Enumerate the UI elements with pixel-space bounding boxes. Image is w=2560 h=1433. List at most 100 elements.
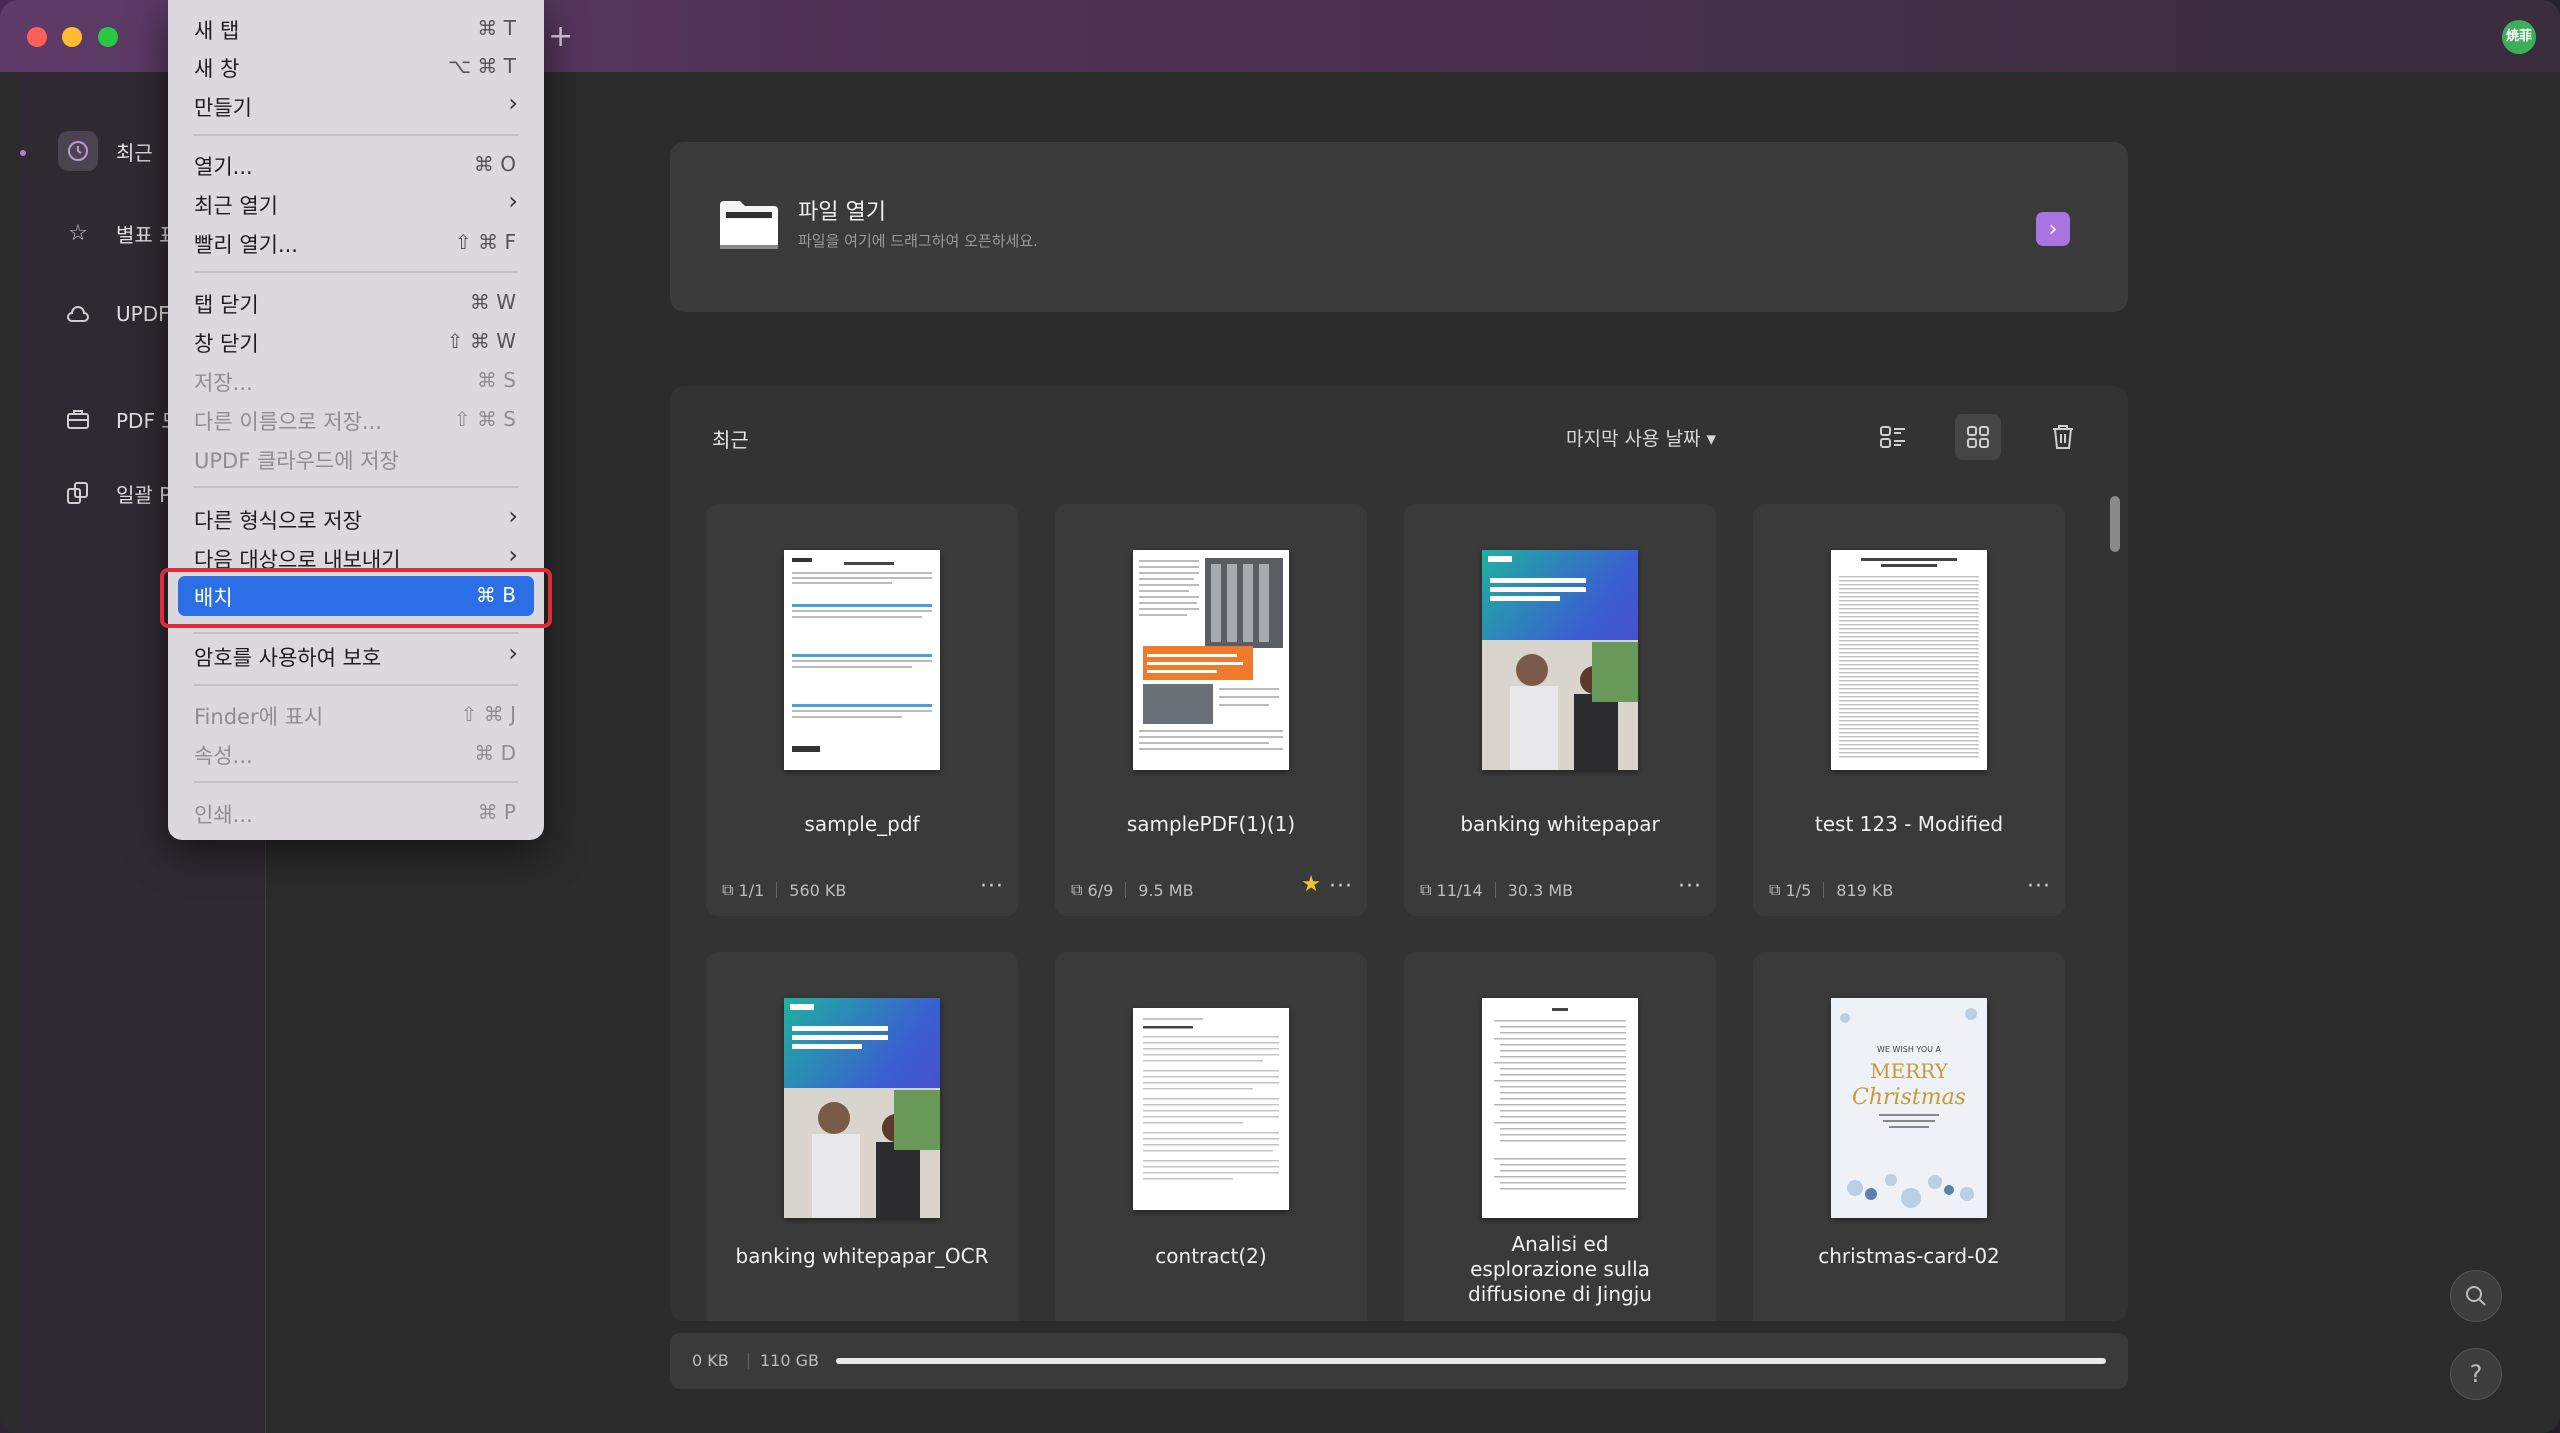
more-options-icon[interactable]: ···	[980, 874, 1004, 899]
list-view-icon[interactable]	[1870, 414, 1916, 460]
menu-item-label: 열기...	[194, 155, 253, 179]
file-card[interactable]: WE WISH YOU A MERRY Christmas christmas-ca…	[1753, 952, 2065, 1321]
menu-item-shortcut: ⇧ ⌘ F	[455, 230, 516, 254]
menu-item-create[interactable]: 만들기 ›	[168, 87, 544, 123]
file-name: christmas-card-02	[1818, 1244, 2000, 1268]
file-pages: 6/9	[1087, 880, 1114, 900]
menu-item-protect-password[interactable]: 암호를 사용하여 보호 ›	[168, 637, 544, 673]
file-card[interactable]: banking whitepapar_OCR	[706, 952, 1018, 1321]
pages-icon: ⧉	[1769, 880, 1786, 899]
search-icon[interactable]	[2450, 1270, 2502, 1322]
sidebar-item-batch[interactable]: 일괄 P	[58, 468, 171, 518]
sidebar-item-starred[interactable]: ☆ 별표 표	[58, 208, 177, 258]
pages-icon: ⧉	[1071, 880, 1088, 899]
menu-item-shortcut: ⌘ W	[469, 290, 516, 314]
menu-item-label: 새 창	[194, 57, 240, 81]
open-file-dropzone[interactable]: 파일 열기 파일을 여기에 드래그하여 오픈하세요. ›	[670, 142, 2128, 312]
file-meta: ⧉ 1/1 560 KB	[722, 880, 846, 900]
menu-divider	[194, 134, 518, 136]
vertical-scrollbar[interactable]	[2110, 496, 2120, 552]
open-file-arrow-button[interactable]: ›	[2036, 212, 2070, 246]
file-thumbnail: WE WISH YOU A MERRY Christmas	[1831, 998, 1987, 1218]
file-card[interactable]: banking whitepapar ⧉ 11/14 30.3 MB ···	[1404, 504, 1716, 916]
new-tab-plus-icon[interactable]: +	[548, 22, 573, 52]
menu-item-label: 속성...	[194, 744, 253, 768]
file-thumbnail	[1482, 998, 1638, 1218]
menu-item-shortcut: ⌘ O	[473, 152, 516, 176]
zoom-window-button[interactable]	[98, 27, 118, 47]
minimize-window-button[interactable]	[62, 27, 82, 47]
more-options-icon[interactable]: ···	[2027, 874, 2051, 899]
sidebar-item-pdf-tools[interactable]: PDF 도	[58, 394, 180, 444]
chevron-right-icon: ›	[508, 89, 518, 117]
file-card[interactable]: Analisi ed esplorazione sulla diffusione…	[1404, 952, 1716, 1321]
open-file-title: 파일 열기	[798, 200, 886, 225]
more-options-icon[interactable]: ···	[1678, 874, 1702, 899]
menu-item-open[interactable]: 열기... ⌘ O	[168, 146, 544, 182]
file-meta: ⧉ 6/9 9.5 MB	[1071, 880, 1194, 900]
file-name: sample_pdf	[804, 812, 920, 836]
file-meta: ⧉ 1/5 819 KB	[1769, 880, 1893, 900]
meta-divider	[1494, 882, 1496, 898]
menu-item-shortcut: ⌘ S	[476, 368, 516, 392]
file-name: banking whitepapar_OCR	[735, 1244, 989, 1268]
file-card[interactable]: sample_pdf ⧉ 1/1 560 KB ···	[706, 504, 1018, 916]
file-thumbnail	[784, 998, 940, 1218]
storage-progress	[836, 1358, 2106, 1364]
file-thumbnail	[1831, 550, 1987, 770]
clock-icon	[58, 131, 98, 171]
menu-item-close-tab[interactable]: 탭 닫기 ⌘ W	[168, 284, 544, 320]
active-indicator-dot	[20, 150, 26, 156]
more-options-icon[interactable]: ···	[1329, 874, 1353, 899]
menu-item-new-tab[interactable]: 새 탭 ⌘ T	[168, 10, 544, 46]
storage-used: 0 KB	[692, 1351, 729, 1370]
sidebar-item-label: 최근	[116, 140, 153, 165]
file-name: banking whitepapar	[1460, 812, 1660, 836]
menu-divider	[194, 684, 518, 686]
user-avatar[interactable]: 焼菲	[2502, 20, 2536, 54]
menu-item-shortcut: ⌘ T	[477, 16, 516, 40]
recent-heading: 최근	[712, 428, 749, 452]
close-window-button[interactable]	[27, 27, 47, 47]
pages-icon: ⧉	[722, 880, 739, 899]
menu-divider	[194, 781, 518, 783]
menu-item-save: 저장... ⌘ S	[168, 362, 544, 398]
file-card[interactable]: test 123 - Modified ⧉ 1/5 819 KB ···	[1753, 504, 2065, 916]
menu-divider	[194, 632, 518, 634]
menu-item-shortcut: ⇧ ⌘ W	[446, 329, 516, 353]
menu-item-label: 탭 닫기	[194, 293, 259, 317]
folder-icon	[720, 201, 778, 249]
menu-item-label: 다른 형식으로 저장	[194, 509, 362, 533]
storage-bar: 0 KB 110 GB	[670, 1333, 2128, 1389]
file-name: contract(2)	[1155, 1244, 1267, 1268]
menu-item-close-window[interactable]: 창 닫기 ⇧ ⌘ W	[168, 323, 544, 359]
sidebar-item-updf-cloud[interactable]: UPDF	[58, 289, 170, 339]
menu-item-save-as-other[interactable]: 다른 형식으로 저장 ›	[168, 500, 544, 536]
menu-item-quick-open[interactable]: 빨리 열기... ⇧ ⌘ F	[168, 224, 544, 260]
file-size: 819 KB	[1836, 880, 1894, 900]
help-icon[interactable]: ?	[2450, 1348, 2502, 1400]
menu-item-shortcut: ⇧ ⌘ J	[460, 702, 516, 726]
file-thumbnail	[1133, 550, 1289, 770]
menu-item-shortcut: ⌘ P	[477, 800, 516, 824]
menu-item-new-window[interactable]: 새 창 ⌥ ⌘ T	[168, 48, 544, 84]
trash-icon[interactable]	[2040, 414, 2086, 460]
menu-item-open-recent[interactable]: 최근 열기 ›	[168, 185, 544, 221]
star-filled-icon[interactable]: ★	[1301, 872, 1321, 897]
menu-divider	[194, 486, 518, 488]
open-file-subtitle: 파일을 여기에 드래그하여 오픈하세요.	[798, 232, 1038, 250]
sidebar-item-recent[interactable]: 최근	[58, 126, 153, 176]
grid-view-icon[interactable]	[1955, 414, 2001, 460]
sort-dropdown[interactable]: 마지막 사용 날짜 ▾	[1566, 424, 1716, 451]
file-thumbnail	[1133, 1008, 1289, 1210]
file-thumbnail	[1482, 550, 1638, 770]
menu-item-save-to-cloud: UPDF 클라우드에 저장	[168, 440, 544, 476]
file-card[interactable]: contract(2)	[1055, 952, 1367, 1321]
file-card[interactable]: samplePDF(1)(1) ⧉ 6/9 9.5 MB ★ ···	[1055, 504, 1367, 916]
chevron-right-icon: ›	[508, 502, 518, 530]
file-name: samplePDF(1)(1)	[1126, 812, 1296, 836]
menu-item-print: 인쇄... ⌘ P	[168, 794, 544, 830]
menu-item-label: 최근 열기	[194, 194, 278, 218]
file-name: test 123 - Modified	[1814, 812, 2004, 836]
storage-divider	[748, 1353, 749, 1369]
